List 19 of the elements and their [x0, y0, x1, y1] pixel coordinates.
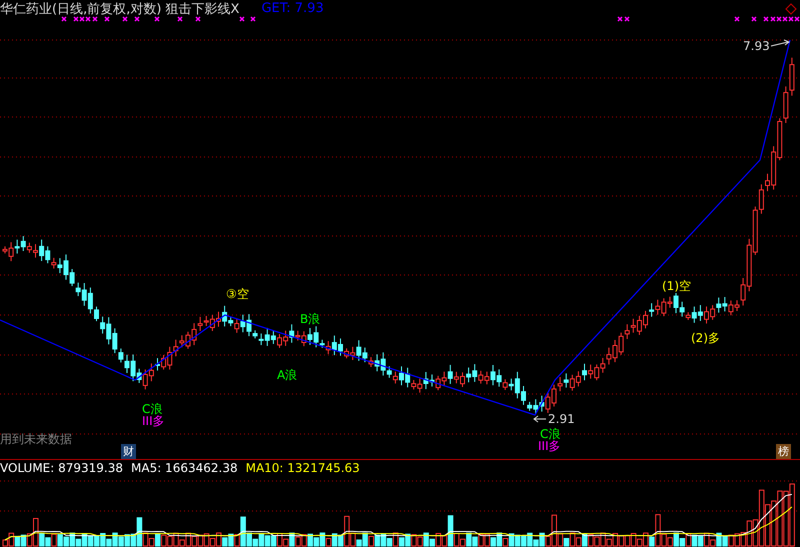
wave-label: C浪 [540, 428, 560, 441]
wave-label: C浪 [142, 403, 162, 416]
notice-text: 用到未来数据 [0, 431, 72, 448]
wave-label: ③空 [226, 288, 249, 301]
wave-label: III多 [142, 415, 165, 428]
price-label: 7.93 [743, 40, 770, 53]
badge[interactable]: 榜 [776, 444, 791, 459]
legend-label: MA5: 1663462.38 [131, 461, 238, 475]
price-label: 2.91 [548, 413, 575, 426]
legend-label: MA10: 1321745.63 [246, 461, 360, 475]
wave-label: (1)空 [662, 280, 691, 293]
chart-title: 华仁药业(日线,前复权,对数) 狙击下影线X [0, 0, 240, 18]
badge[interactable]: 财 [121, 444, 136, 459]
wave-label: B浪 [300, 313, 320, 326]
wave-label: A浪 [277, 369, 298, 382]
indicator-value: GET: 7.93 [261, 1, 324, 16]
wave-label: III多 [538, 440, 561, 453]
wave-label: (2)多 [691, 332, 720, 345]
legend-label: VOLUME: 879319.38 [0, 461, 123, 475]
